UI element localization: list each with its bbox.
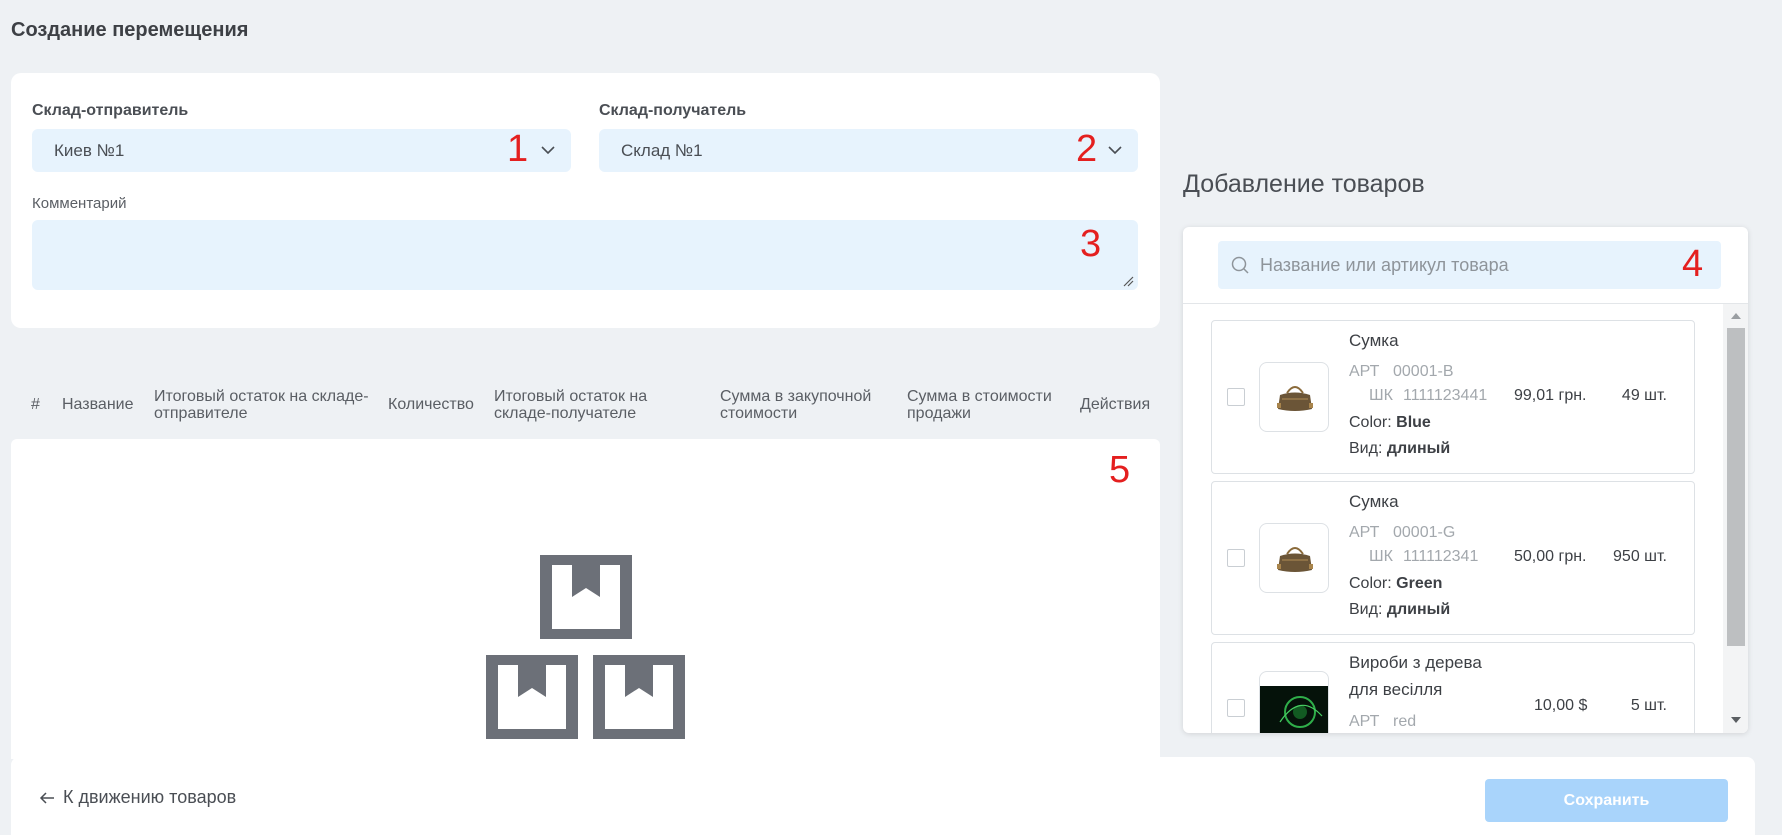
scroll-down-arrow-icon[interactable] <box>1730 716 1742 724</box>
receiver-warehouse-label: Склад-получатель <box>599 102 747 119</box>
back-link-label: К движению товаров <box>63 787 237 807</box>
comment-textarea[interactable] <box>32 220 1138 290</box>
product-quantity: 5 шт. <box>1630 697 1667 714</box>
product-checkbox[interactable] <box>1227 388 1245 406</box>
annotation-number-4: 4 <box>1682 243 1704 285</box>
product-list-scrollbar[interactable] <box>1723 304 1748 733</box>
annotation-number-5: 5 <box>1109 449 1131 491</box>
product-barcode: 111112341 <box>1403 548 1479 565</box>
product-art-label: АРТ <box>1349 713 1380 730</box>
product-price: 10,00 $ <box>1534 697 1588 714</box>
product-search-box[interactable] <box>1218 241 1721 289</box>
resize-handle-icon[interactable] <box>1122 275 1134 287</box>
footer-bar: К движению товаров Сохранить <box>11 757 1755 835</box>
product-color: Color: Blue <box>1349 414 1431 431</box>
back-to-movements-link[interactable]: К движению товаров <box>39 787 236 808</box>
scroll-up-arrow-icon[interactable] <box>1730 312 1742 320</box>
chevron-down-icon <box>541 146 555 155</box>
empty-boxes-icon <box>486 555 685 739</box>
product-price: 99,01 грн. <box>1514 387 1587 404</box>
annotation-number-2: 2 <box>1076 128 1098 170</box>
products-panel: 4 Сумка АРТ 00001-B ШК 1111123441 99,01 … <box>1183 227 1748 733</box>
transfer-form-card: Склад-отправитель Киев №1 1 Склад-получа… <box>11 73 1160 328</box>
product-image <box>1259 362 1329 432</box>
product-kind: Вид: длиный <box>1349 440 1451 457</box>
product-art: 00001-B <box>1393 363 1454 380</box>
comment-label: Комментарий <box>32 195 127 212</box>
transfer-table-header: # Название Итоговый остаток на складе-от… <box>11 380 1160 440</box>
product-checkbox[interactable] <box>1227 699 1245 717</box>
product-name: Сумка <box>1349 331 1399 350</box>
product-name: Вироби з дерева для весілля <box>1349 653 1482 699</box>
product-quantity: 950 шт. <box>1613 548 1667 565</box>
page-title: Создание перемещения <box>11 19 249 41</box>
product-search-input[interactable] <box>1260 241 1700 289</box>
product-checkbox[interactable] <box>1227 549 1245 567</box>
column-header-number: # <box>31 396 40 413</box>
receiver-warehouse-select[interactable]: Склад №1 <box>599 129 1138 172</box>
product-barcode-label: ШК <box>1369 548 1393 565</box>
receiver-warehouse-value: Склад №1 <box>621 140 703 160</box>
product-color: Color: Green <box>1349 575 1443 592</box>
product-kind: Вид: длиный <box>1349 601 1451 618</box>
annotation-number-3: 3 <box>1080 223 1102 265</box>
product-art-label: АРТ <box>1349 524 1380 541</box>
column-header-name: Название <box>62 396 134 413</box>
product-list: Сумка АРТ 00001-B ШК 1111123441 99,01 гр… <box>1183 304 1723 733</box>
product-item[interactable]: Сумка АРТ 00001-B ШК 1111123441 99,01 гр… <box>1211 320 1695 474</box>
product-image <box>1259 523 1329 593</box>
column-header-receiver-balance: Итоговый остаток на складе-получателе <box>494 388 648 422</box>
sender-warehouse-select[interactable]: Киев №1 <box>32 129 571 172</box>
product-item[interactable]: Вироби з дерева для весілля АРТ red 10,0… <box>1211 642 1695 733</box>
chevron-down-icon <box>1108 146 1122 155</box>
column-header-actions: Действия <box>1080 396 1151 413</box>
annotation-number-1: 1 <box>507 128 529 170</box>
sender-warehouse-label: Склад-отправитель <box>32 102 189 119</box>
product-art: red <box>1393 713 1417 730</box>
column-header-sale-sum: Сумма в стоимости продажи <box>907 388 1052 422</box>
scroll-thumb[interactable] <box>1727 328 1745 646</box>
transfer-table-body: 5 <box>11 439 1160 759</box>
products-panel-title: Добавление товаров <box>1183 170 1425 198</box>
column-header-purchase-sum: Сумма в закупочной стоимости <box>720 388 872 422</box>
column-header-quantity: Количество <box>388 396 474 413</box>
arrow-left-icon <box>39 791 54 804</box>
product-barcode-label: ШК <box>1369 387 1393 404</box>
product-barcode: 1111123441 <box>1403 387 1488 404</box>
search-icon <box>1231 256 1249 274</box>
sender-warehouse-value: Киев №1 <box>54 140 125 160</box>
product-name: Сумка <box>1349 492 1399 511</box>
product-price: 50,00 грн. <box>1514 548 1587 565</box>
product-item[interactable]: Сумка АРТ 00001-G ШК 111112341 50,00 грн… <box>1211 481 1695 635</box>
column-header-sender-balance: Итоговый остаток на складе-отправителе <box>154 388 369 422</box>
product-art-label: АРТ <box>1349 363 1380 380</box>
product-art: 00001-G <box>1393 524 1456 541</box>
product-quantity: 49 шт. <box>1621 387 1667 404</box>
save-button[interactable]: Сохранить <box>1485 779 1728 822</box>
product-image <box>1259 671 1329 733</box>
